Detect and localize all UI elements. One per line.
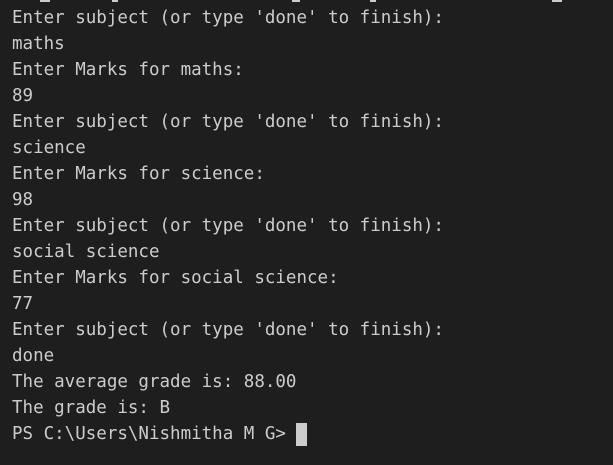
- output-line: Enter subject (or type 'done' to finish)…: [12, 216, 444, 236]
- terminal-output: Enter subject (or type 'done' to finish)…: [12, 5, 613, 447]
- previous-output-fragment: [0, 0, 613, 2]
- output-line: Enter subject (or type 'done' to finish)…: [12, 320, 444, 340]
- terminal-window[interactable]: Enter subject (or type 'done' to finish)…: [0, 0, 613, 465]
- prompt-line[interactable]: PS C:\Users\Nishmitha M G>: [12, 421, 613, 447]
- shell-prompt: PS C:\Users\Nishmitha M G>: [12, 424, 286, 444]
- output-line: Enter subject (or type 'done' to finish)…: [12, 112, 444, 132]
- text-cursor: [295, 422, 307, 446]
- output-line: The grade is: B: [12, 398, 171, 418]
- output-line: 77: [12, 294, 34, 314]
- output-line: science: [12, 138, 86, 158]
- output-line: Enter Marks for maths:: [12, 60, 244, 80]
- output-line: The average grade is: 88.00: [12, 372, 297, 392]
- output-line: maths: [12, 34, 65, 54]
- output-line: 89: [12, 86, 34, 106]
- output-line: done: [12, 346, 55, 366]
- output-line: 98: [12, 190, 34, 210]
- output-line: social science: [12, 242, 160, 262]
- output-line: Enter Marks for science:: [12, 164, 265, 184]
- output-line: Enter Marks for social science:: [12, 268, 339, 288]
- output-line: Enter subject (or type 'done' to finish)…: [12, 8, 444, 28]
